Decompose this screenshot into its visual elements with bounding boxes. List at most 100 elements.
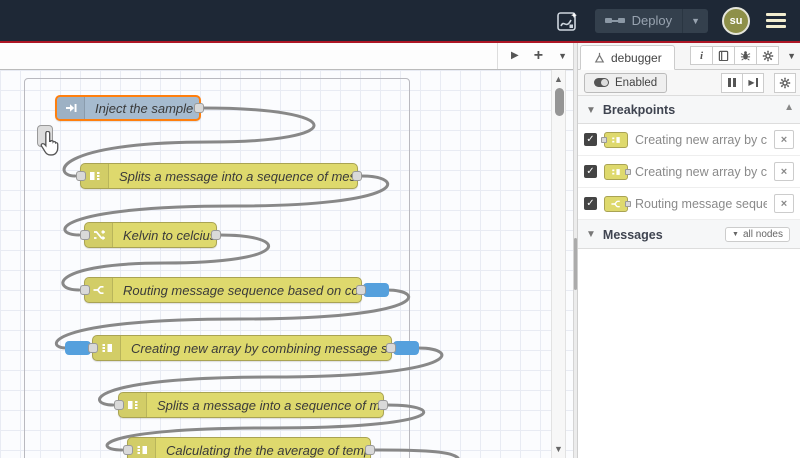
flow-node-inject[interactable]: Inject the sample data: [55, 95, 204, 121]
node-label: Calculating the the average of temperatu…: [166, 442, 370, 458]
input-port[interactable]: [80, 285, 90, 295]
input-port[interactable]: [76, 171, 86, 181]
flow-canvas[interactable]: Inject the sample data Splits a mes: [0, 70, 573, 458]
output-port[interactable]: [194, 103, 204, 113]
node-label: Routing message sequence based on condit…: [123, 282, 361, 298]
scroll-down-icon[interactable]: ▼: [552, 444, 565, 454]
inject-icon: [57, 97, 85, 119]
input-port[interactable]: [88, 343, 98, 353]
deploy-options-caret[interactable]: ▼: [682, 8, 708, 33]
deploy-icon: [604, 18, 625, 23]
output-port-marker: [625, 200, 631, 207]
input-port[interactable]: [123, 445, 133, 455]
chevron-down-icon: ▼: [586, 104, 596, 116]
debugger-settings-button[interactable]: [774, 72, 796, 93]
sidebar-tabs-caret[interactable]: ▼: [787, 51, 796, 61]
debugger-enabled-toggle[interactable]: Enabled: [584, 72, 668, 93]
help-book-icon[interactable]: [712, 46, 736, 65]
remove-breakpoint-button[interactable]: ×: [774, 194, 794, 213]
flow-node-change[interactable]: Kelvin to celcius: [80, 222, 221, 248]
input-port[interactable]: [114, 400, 124, 410]
breakpoint-checkbox[interactable]: ✓: [584, 197, 597, 210]
breakpoint-row[interactable]: ✓ Creating new array by combining messag…: [578, 156, 800, 188]
canvas-scrollbar[interactable]: ▲ ▼: [551, 70, 566, 458]
flow-assistant-icon[interactable]: [553, 7, 581, 35]
pause-button[interactable]: [721, 72, 743, 93]
remove-breakpoint-button[interactable]: ×: [774, 162, 794, 181]
output-port[interactable]: [386, 343, 396, 353]
flow-node-join[interactable]: Creating new array by combining message …: [65, 335, 419, 361]
tab-debugger[interactable]: debugger: [580, 45, 675, 70]
breakpoint-checkbox[interactable]: ✓: [584, 133, 597, 146]
add-flow-button[interactable]: +: [534, 48, 543, 64]
gear-icon: [779, 77, 791, 88]
join-node-mini-icon: [601, 131, 628, 148]
messages-title: Messages: [602, 227, 663, 242]
debugger-toolbar: Enabled ▶: [578, 70, 800, 96]
flow-node-split-2[interactable]: Splits a message into a sequence of mess…: [114, 392, 388, 418]
node-label: Splits a message into a sequence of mess…: [119, 168, 357, 184]
sidebar-scroll-up-icon[interactable]: ▲: [784, 102, 794, 113]
debugger-tab-icon: [594, 52, 605, 63]
header: Deploy ▼ su: [0, 0, 800, 41]
debug-bug-icon[interactable]: [734, 46, 758, 65]
output-port[interactable]: [211, 230, 221, 240]
sidebar: debugger i ▼ Enabled ▶ ▼ Breakpoints ▲ ✓…: [578, 43, 800, 458]
tab-label: debugger: [611, 50, 662, 65]
filter-label: all nodes: [742, 229, 783, 240]
step-icon: ▶: [748, 78, 758, 87]
toggle-icon: [594, 78, 609, 87]
breakpoint-label: Routing message sequence based on condit…: [635, 196, 767, 211]
info-tab-icon[interactable]: i: [690, 46, 714, 65]
node-label: Kelvin to celcius: [123, 227, 216, 243]
messages-section-header[interactable]: ▼ Messages ▼ all nodes: [578, 220, 800, 249]
breakpoint-row[interactable]: ✓ Routing message sequence based on cond…: [578, 188, 800, 220]
input-port-marker: [601, 136, 607, 143]
remove-breakpoint-button[interactable]: ×: [774, 130, 794, 149]
switch-node-mini-icon: [604, 195, 631, 212]
flow-node-split[interactable]: Splits a message into a sequence of mess…: [76, 163, 362, 189]
breakpoints-section-header[interactable]: ▼ Breakpoints ▲: [578, 96, 800, 124]
step-button[interactable]: ▶: [742, 72, 764, 93]
node-label: Creating new array by combining message …: [131, 340, 391, 356]
output-port[interactable]: [378, 400, 388, 410]
scrollbar-thumb[interactable]: [555, 88, 564, 116]
scroll-tabs-right-icon[interactable]: ▶: [511, 51, 519, 61]
funnel-icon: ▼: [732, 231, 739, 238]
breakpoint-checkbox[interactable]: ✓: [584, 165, 597, 178]
chevron-down-icon: ▼: [586, 229, 596, 240]
hamburger-icon: [766, 13, 786, 16]
inject-trigger-button[interactable]: [37, 125, 53, 147]
node-label: Inject the sample data: [95, 100, 199, 116]
output-port[interactable]: [352, 171, 362, 181]
node-red-app: Deploy ▼ su ▶ + ▼ Inject the sample Spli…: [0, 0, 800, 458]
scroll-up-icon[interactable]: ▲: [552, 74, 565, 84]
deploy-label: Deploy: [631, 13, 673, 28]
config-gear-icon[interactable]: [756, 46, 780, 65]
output-breakpoint-badge[interactable]: [363, 283, 389, 297]
flow-node-switch[interactable]: Routing message sequence based on condit…: [80, 277, 389, 303]
separator-grip[interactable]: [574, 238, 577, 290]
main-menu-button[interactable]: [764, 9, 788, 32]
breakpoint-row[interactable]: ✓ Creating new array by combining messag…: [578, 124, 800, 156]
deploy-button[interactable]: Deploy ▼: [594, 8, 708, 33]
breakpoint-label: Creating new array by combining message …: [635, 164, 767, 179]
output-breakpoint-badge[interactable]: [393, 341, 419, 355]
message-filter-button[interactable]: ▼ all nodes: [725, 227, 790, 242]
flow-list-caret[interactable]: ▼: [558, 51, 567, 61]
flow-node-join-2[interactable]: Calculating the the average of temperatu…: [123, 437, 375, 458]
output-port[interactable]: [365, 445, 375, 455]
wire[interactable]: [372, 448, 460, 458]
user-avatar[interactable]: su: [722, 6, 750, 35]
enabled-label: Enabled: [615, 76, 658, 89]
breakpoints-title: Breakpoints: [602, 103, 676, 117]
node-label: Splits a message into a sequence of mess…: [157, 397, 383, 413]
sidebar-tab-bar: debugger i ▼: [578, 43, 800, 70]
output-port[interactable]: [356, 285, 366, 295]
deploy-button-main: Deploy: [595, 9, 682, 33]
messages-empty-area: [578, 249, 800, 458]
flow-tab-bar: ▶ + ▼: [0, 43, 573, 70]
breakpoint-label: Creating new array by combining message …: [635, 132, 767, 147]
input-port[interactable]: [80, 230, 90, 240]
workspace: ▶ + ▼ Inject the sample Splits a message…: [0, 43, 573, 458]
